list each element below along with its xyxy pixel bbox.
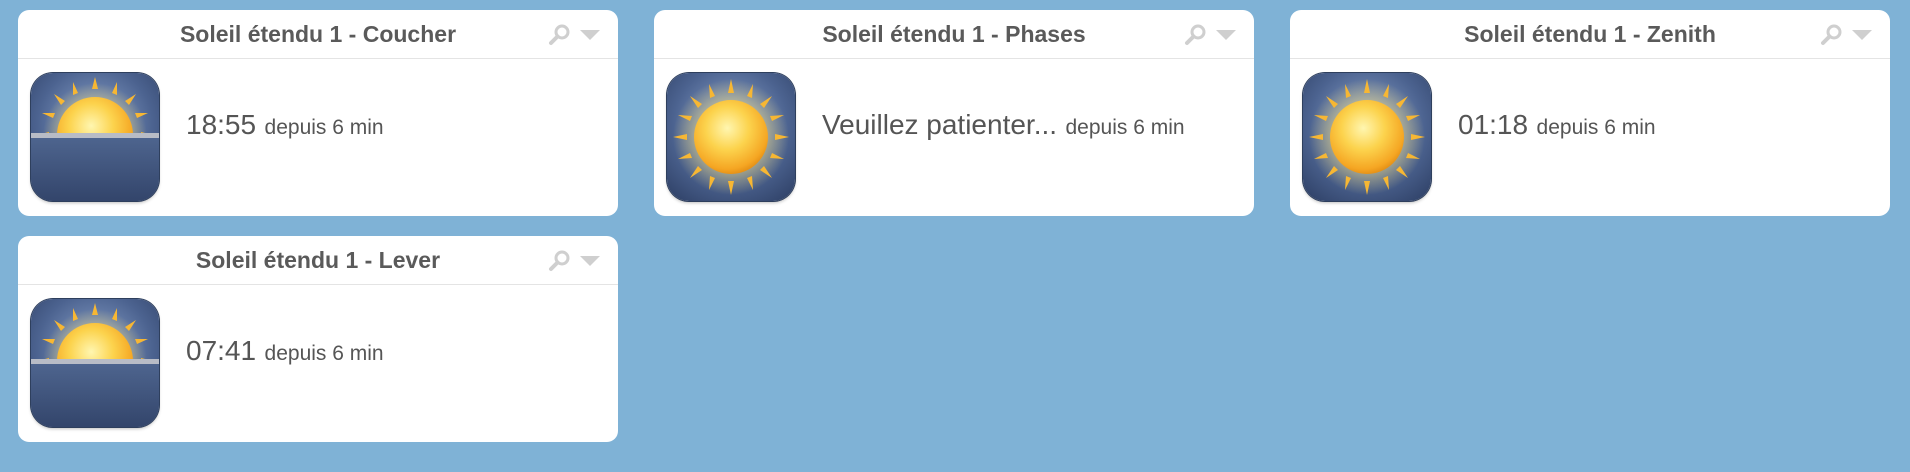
widget-title: Soleil étendu 1 - Lever [195,247,441,273]
widget-title: Soleil étendu 1 - Coucher [179,21,457,47]
widget-header: Soleil étendu 1 - Phases [654,10,1254,59]
chevron-down-icon[interactable] [1850,22,1874,46]
widget-lever: Soleil étendu 1 - Lever 07:41 depuis 6 m… [18,236,618,442]
state-value: 01:18 [1458,109,1529,140]
widget-tools [1820,22,1874,46]
widget-body: 07:41 depuis 6 min [18,285,618,442]
sun-icon[interactable] [667,73,795,201]
state-since: depuis 6 min [1536,116,1656,139]
chevron-down-icon[interactable] [1214,22,1238,46]
state-value: 18:55 [186,109,257,140]
widget-body: Veuillez patienter... depuis 6 min [654,59,1254,216]
widget-tools [548,22,602,46]
state-line: Veuillez patienter... depuis 6 min [822,109,1185,141]
sun-icon[interactable] [1303,73,1431,201]
chevron-down-icon[interactable] [578,22,602,46]
state-line: 18:55 depuis 6 min [186,109,384,141]
widget-title: Soleil étendu 1 - Phases [822,21,1086,47]
chevron-down-icon[interactable] [578,248,602,272]
magnifier-icon[interactable] [1184,22,1208,46]
state-since: depuis 6 min [1065,116,1185,139]
widget-coucher: Soleil étendu 1 - Coucher 18:55 depuis 6… [18,10,618,216]
magnifier-icon[interactable] [1820,22,1844,46]
state-value: 07:41 [186,335,257,366]
widget-title: Soleil étendu 1 - Zenith [1464,21,1716,47]
widget-phases: Soleil étendu 1 - Phases Veuillez patien… [654,10,1254,216]
widget-header: Soleil étendu 1 - Zenith [1290,10,1890,59]
sunset-icon[interactable] [31,73,159,201]
state-line: 01:18 depuis 6 min [1458,109,1656,141]
sunrise-icon[interactable] [31,299,159,427]
magnifier-icon[interactable] [548,22,572,46]
widget-tools [1184,22,1238,46]
magnifier-icon[interactable] [548,248,572,272]
state-since: depuis 6 min [264,342,384,365]
widget-header: Soleil étendu 1 - Lever [18,236,618,285]
widget-zenith: Soleil étendu 1 - Zenith 01:18 depuis 6 … [1290,10,1890,216]
widget-body: 01:18 depuis 6 min [1290,59,1890,216]
state-line: 07:41 depuis 6 min [186,335,384,367]
widget-body: 18:55 depuis 6 min [18,59,618,216]
state-since: depuis 6 min [264,116,384,139]
state-value: Veuillez patienter... [822,109,1058,140]
widget-header: Soleil étendu 1 - Coucher [18,10,618,59]
widget-tools [548,248,602,272]
